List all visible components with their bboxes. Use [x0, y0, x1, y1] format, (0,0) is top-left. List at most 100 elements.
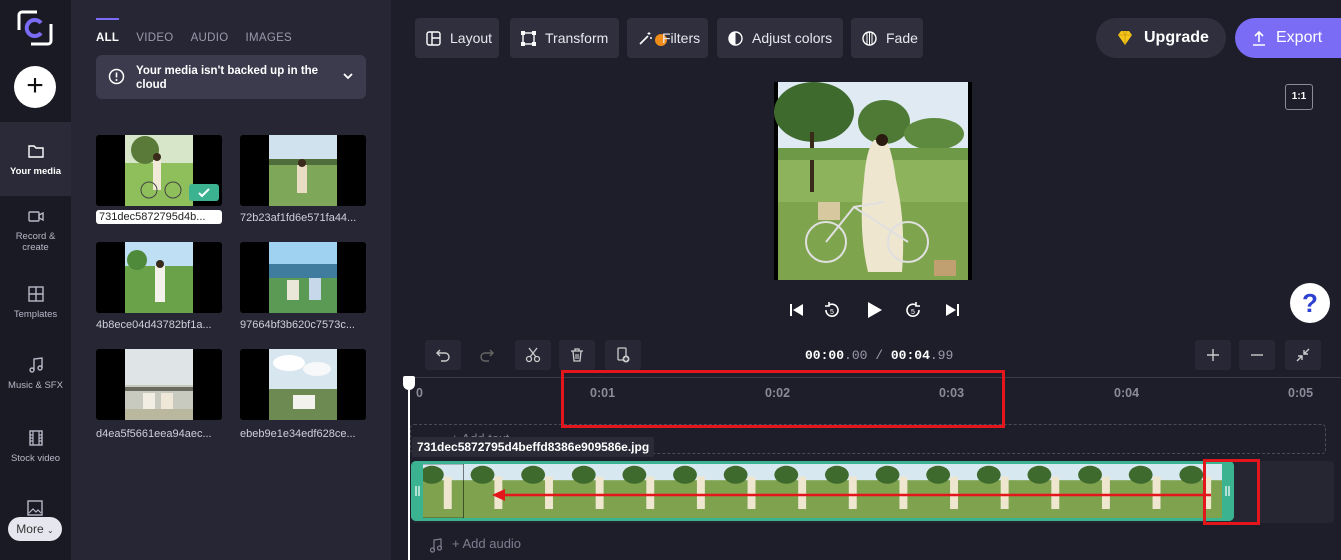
media-thumbnail[interactable]	[240, 135, 366, 206]
media-thumbnail[interactable]	[96, 242, 222, 313]
rail-item-stock-video[interactable]: Stock video	[0, 429, 71, 464]
rail-item-label: Record & create	[15, 231, 56, 253]
playhead-handle[interactable]	[403, 376, 415, 390]
rail-item-label: Your media	[9, 166, 62, 177]
trash-icon	[571, 348, 583, 362]
clip-frame-tree	[673, 465, 697, 484]
tab-images[interactable]: IMAGES	[245, 18, 292, 48]
media-item-name[interactable]: ebeb9e1e34edf628ce...	[240, 428, 366, 440]
media-item-name[interactable]: 731dec5872795d4b...	[96, 210, 222, 224]
media-item-name[interactable]: 72b23af1fd6e571fa44...	[240, 212, 366, 224]
drag-handle-icon	[415, 486, 420, 496]
media-item-name[interactable]: d4ea5f5661eea94aec...	[96, 428, 222, 440]
more-label: More	[16, 522, 44, 536]
ruler-label: 0:05	[1288, 386, 1314, 400]
duplicate-button[interactable]	[605, 340, 641, 370]
media-item-name[interactable]: 97664bf3b620c7573c...	[240, 319, 366, 331]
chevron-down-icon: ⌄	[46, 526, 54, 535]
fit-timeline-button[interactable]	[1285, 340, 1321, 370]
adjust-colors-button[interactable]: Adjust colors	[717, 18, 843, 58]
filters-label: Filters	[662, 30, 701, 46]
collapse-arrows-icon	[1296, 348, 1310, 362]
clip-frame-tree	[470, 465, 495, 484]
rewind-5s-icon[interactable]: 5	[822, 300, 842, 320]
clip-frame-tree	[1128, 465, 1153, 484]
media-thumbnail[interactable]	[240, 242, 366, 313]
tab-audio[interactable]: AUDIO	[191, 18, 229, 48]
upload-icon	[1253, 30, 1265, 46]
transform-button[interactable]: Transform	[510, 18, 619, 58]
fade-icon	[862, 31, 877, 46]
backup-notice[interactable]: Your media isn't backed up in the cloud	[96, 55, 366, 99]
duplicate-icon	[617, 347, 630, 363]
minus-icon	[1251, 354, 1263, 356]
current-time-frac: .00	[844, 348, 868, 363]
video-preview	[774, 82, 972, 280]
selected-check-badge	[189, 184, 219, 201]
redo-button[interactable]	[469, 340, 505, 370]
clip-trim-handle-left[interactable]	[411, 461, 423, 521]
chevron-down-icon[interactable]	[342, 70, 354, 82]
undo-icon	[436, 349, 450, 362]
rail-item-templates[interactable]: Templates	[0, 285, 71, 320]
contrast-icon	[728, 31, 743, 46]
editor-area: Layout Transform Filters Adjust colors F…	[391, 0, 1341, 560]
skip-back-icon[interactable]	[787, 300, 807, 320]
fade-label: Fade	[886, 30, 918, 46]
magic-wand-icon	[639, 32, 652, 45]
skip-forward-icon[interactable]	[942, 300, 962, 320]
media-thumbnail[interactable]	[240, 349, 366, 420]
media-thumbnail[interactable]	[96, 135, 222, 206]
rail-item-label: Stock video	[10, 453, 61, 464]
layout-button[interactable]: Layout	[415, 18, 499, 58]
time-separator: /	[875, 348, 884, 363]
film-icon	[28, 430, 43, 446]
help-button[interactable]: ?	[1290, 283, 1330, 323]
filters-button[interactable]: Filters	[627, 18, 708, 58]
clip-frame-tree	[875, 465, 900, 484]
media-thumbnail[interactable]	[96, 349, 222, 420]
forward-5s-icon[interactable]: 5	[903, 300, 923, 320]
rail-item-your-media[interactable]: Your media	[0, 122, 71, 196]
play-icon[interactable]	[864, 300, 884, 320]
app-logo-icon[interactable]	[17, 10, 53, 46]
clip-frame-tree	[521, 465, 546, 484]
upgrade-button[interactable]: Upgrade	[1096, 18, 1226, 58]
aspect-ratio-button[interactable]: 1:1	[1285, 84, 1313, 110]
export-button[interactable]: Export	[1235, 18, 1341, 58]
media-item-name[interactable]: 4b8ece04d43782bf1a...	[96, 319, 222, 331]
clip-frame-tree	[571, 465, 596, 484]
scissors-icon	[525, 347, 541, 363]
split-button[interactable]	[515, 340, 551, 370]
upgrade-label: Upgrade	[1144, 29, 1209, 46]
fade-button[interactable]: Fade	[851, 18, 923, 58]
delete-button[interactable]	[559, 340, 595, 370]
undo-button[interactable]	[425, 340, 461, 370]
rail-item-music-sfx[interactable]: Music & SFX	[0, 356, 71, 391]
annotation-arrow	[492, 489, 1211, 501]
templates-icon	[27, 286, 44, 302]
export-label: Export	[1276, 29, 1323, 46]
clip-name-label: 731dec5872795d4beffd8386e909586e.jpg	[412, 437, 655, 457]
more-button[interactable]: More ⌄	[8, 517, 62, 541]
tab-all[interactable]: ALL	[96, 18, 120, 48]
camera-icon	[27, 211, 44, 222]
transform-label: Transform	[545, 30, 609, 46]
rail-item-record-create[interactable]: Record & create	[0, 207, 71, 253]
clipchamp-editor: + Your media Record & create Templates M…	[0, 0, 1341, 560]
clip-frame-tree	[419, 465, 444, 484]
total-time-frac: .99	[929, 348, 954, 363]
layout-label: Layout	[450, 30, 493, 46]
svg-text:5: 5	[830, 309, 834, 316]
zoom-in-button[interactable]	[1195, 340, 1231, 370]
zoom-out-button[interactable]	[1239, 340, 1275, 370]
redo-icon	[480, 349, 494, 362]
transform-icon	[521, 31, 536, 46]
diamond-icon	[1118, 30, 1132, 45]
audio-track[interactable]	[410, 530, 1330, 560]
media-tabs: ALL VIDEO AUDIO IMAGES	[96, 18, 309, 48]
add-media-button[interactable]: +	[14, 66, 56, 108]
image-icon[interactable]	[27, 500, 43, 516]
media-preview-image	[269, 242, 337, 313]
tab-video[interactable]: VIDEO	[136, 18, 173, 48]
